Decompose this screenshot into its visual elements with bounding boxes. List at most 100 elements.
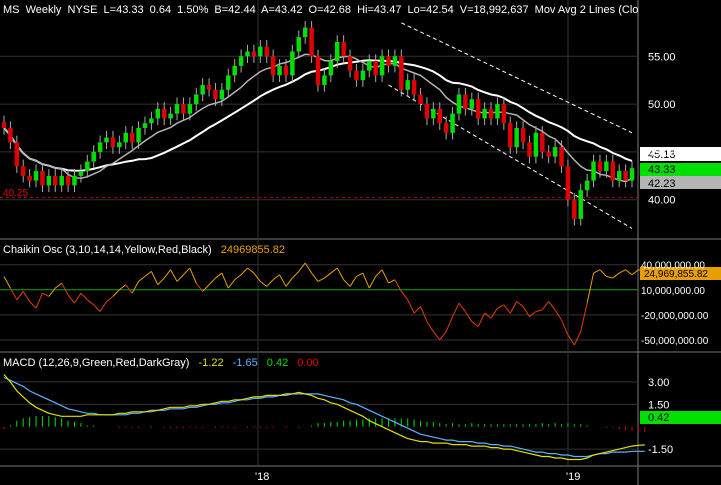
candle-down: [463, 94, 468, 109]
candle-up: [629, 168, 635, 181]
candle-up: [123, 132, 128, 143]
candle-down: [14, 142, 20, 167]
macd-tag: 0.42: [648, 412, 669, 424]
candle-up: [226, 75, 231, 90]
open-value: O=42.68: [309, 4, 352, 16]
stock-chart: MS Weekly NYSE L=43.33 0.64 1.50% B=42.4…: [0, 0, 721, 485]
candle-up: [584, 180, 590, 191]
candle-up: [142, 123, 148, 128]
change-pct-value: 1.50%: [177, 4, 208, 16]
candle-down: [437, 108, 442, 124]
candle-up: [85, 161, 90, 172]
candle-down: [399, 56, 404, 90]
bid-value: B=42.44: [214, 4, 255, 16]
candle-up: [258, 46, 263, 57]
interval-label: Weekly: [26, 4, 62, 16]
candle-up: [117, 142, 122, 148]
candle-down: [161, 108, 167, 119]
candle-up: [174, 104, 180, 114]
candle-up: [168, 113, 173, 119]
candle-up: [91, 151, 96, 162]
candle-up: [431, 108, 436, 119]
candle-down: [264, 46, 269, 57]
candle-down: [443, 123, 449, 133]
last-value: L=43.33: [104, 4, 144, 16]
price-tick-label: 55.00: [648, 51, 676, 63]
date-label-18: '18: [255, 471, 269, 483]
high-value: Hi=43.47: [357, 4, 401, 16]
candle-up: [469, 99, 475, 109]
price-tick-label: 50.00: [648, 99, 676, 111]
candle-up: [322, 75, 327, 85]
candle-down: [251, 51, 257, 57]
chaikin-header: Chaikin Osc (3,10,14,14,Yellow,Red,Black…: [3, 244, 285, 256]
candle-up: [552, 147, 558, 157]
chaikin-tick-label: 40,000,000.00: [641, 261, 705, 272]
macd-header: MACD (12,26,9,Green,Red,DarkGray) -1.22 …: [3, 357, 319, 369]
macd-tick-label: 1.50: [648, 399, 669, 411]
candle-up: [245, 51, 250, 57]
candle-down: [315, 56, 321, 85]
candle-down: [501, 104, 507, 124]
candle-down: [546, 151, 551, 157]
candle-down: [527, 142, 532, 157]
candle-down: [65, 175, 71, 186]
macd-value-4: 0.00: [297, 357, 318, 369]
symbol-label: MS: [3, 4, 20, 16]
price-tick-label: 45.00: [648, 147, 676, 159]
candle-down: [20, 166, 26, 176]
macd-tick-label: -1.50: [648, 444, 673, 456]
candle-down: [8, 128, 13, 143]
candle-down: [354, 70, 359, 81]
candle-up: [379, 56, 385, 76]
candle-down: [270, 56, 276, 76]
candle-down: [559, 147, 564, 167]
candle-down: [206, 84, 212, 90]
chaikin-tick-label: -20,000,000.00: [641, 311, 709, 322]
candle-down: [488, 108, 494, 119]
candle-down: [597, 161, 603, 172]
price-header: MS Weekly NYSE L=43.33 0.64 1.50% B=42.4…: [3, 4, 638, 16]
candle-down: [181, 104, 186, 114]
candle-down: [110, 137, 116, 148]
macd-label: MACD (12,26,9,Green,Red,DarkGray): [3, 357, 189, 369]
candle-down: [341, 41, 346, 57]
candle-up: [616, 171, 622, 181]
exchange-label: NYSE: [68, 4, 98, 16]
candle-up: [78, 171, 84, 176]
macd-value-2: -1.65: [233, 357, 258, 369]
candle-down: [309, 27, 314, 57]
candle-down: [520, 128, 526, 143]
candle-down: [411, 80, 417, 95]
date-label-19: '19: [566, 471, 580, 483]
candle-down: [386, 56, 391, 66]
candle-down: [610, 161, 616, 181]
support-label: 40.25: [3, 188, 28, 199]
ma2-tag: 42.23: [648, 178, 676, 190]
macd-value-3: 0.42: [267, 357, 288, 369]
candle-up: [296, 37, 302, 52]
candle-up: [328, 61, 334, 76]
candle-down: [572, 199, 577, 219]
candle-down: [129, 132, 135, 143]
candle-up: [194, 94, 199, 105]
candle-up: [149, 118, 154, 124]
candle-up: [367, 61, 372, 71]
candle-down: [27, 175, 32, 181]
candle-up: [482, 108, 487, 119]
chaikin-tick-label: -50,000,000.00: [641, 336, 709, 347]
change-value: 0.64: [150, 4, 171, 16]
candle-up: [450, 113, 455, 133]
last-tag: 43.33: [648, 164, 676, 176]
volume-value: V=18,992,637: [460, 4, 529, 16]
candle-up: [514, 128, 519, 148]
candle-up: [290, 51, 295, 76]
candle-up: [187, 104, 193, 114]
candle-up: [302, 27, 308, 38]
macd-value-1: -1.22: [199, 357, 224, 369]
candle-up: [72, 175, 77, 186]
low-value: Lo=42.54: [408, 4, 454, 16]
candle-up: [533, 132, 539, 157]
ask-value: A=43.42: [261, 4, 302, 16]
candle-down: [283, 65, 289, 76]
